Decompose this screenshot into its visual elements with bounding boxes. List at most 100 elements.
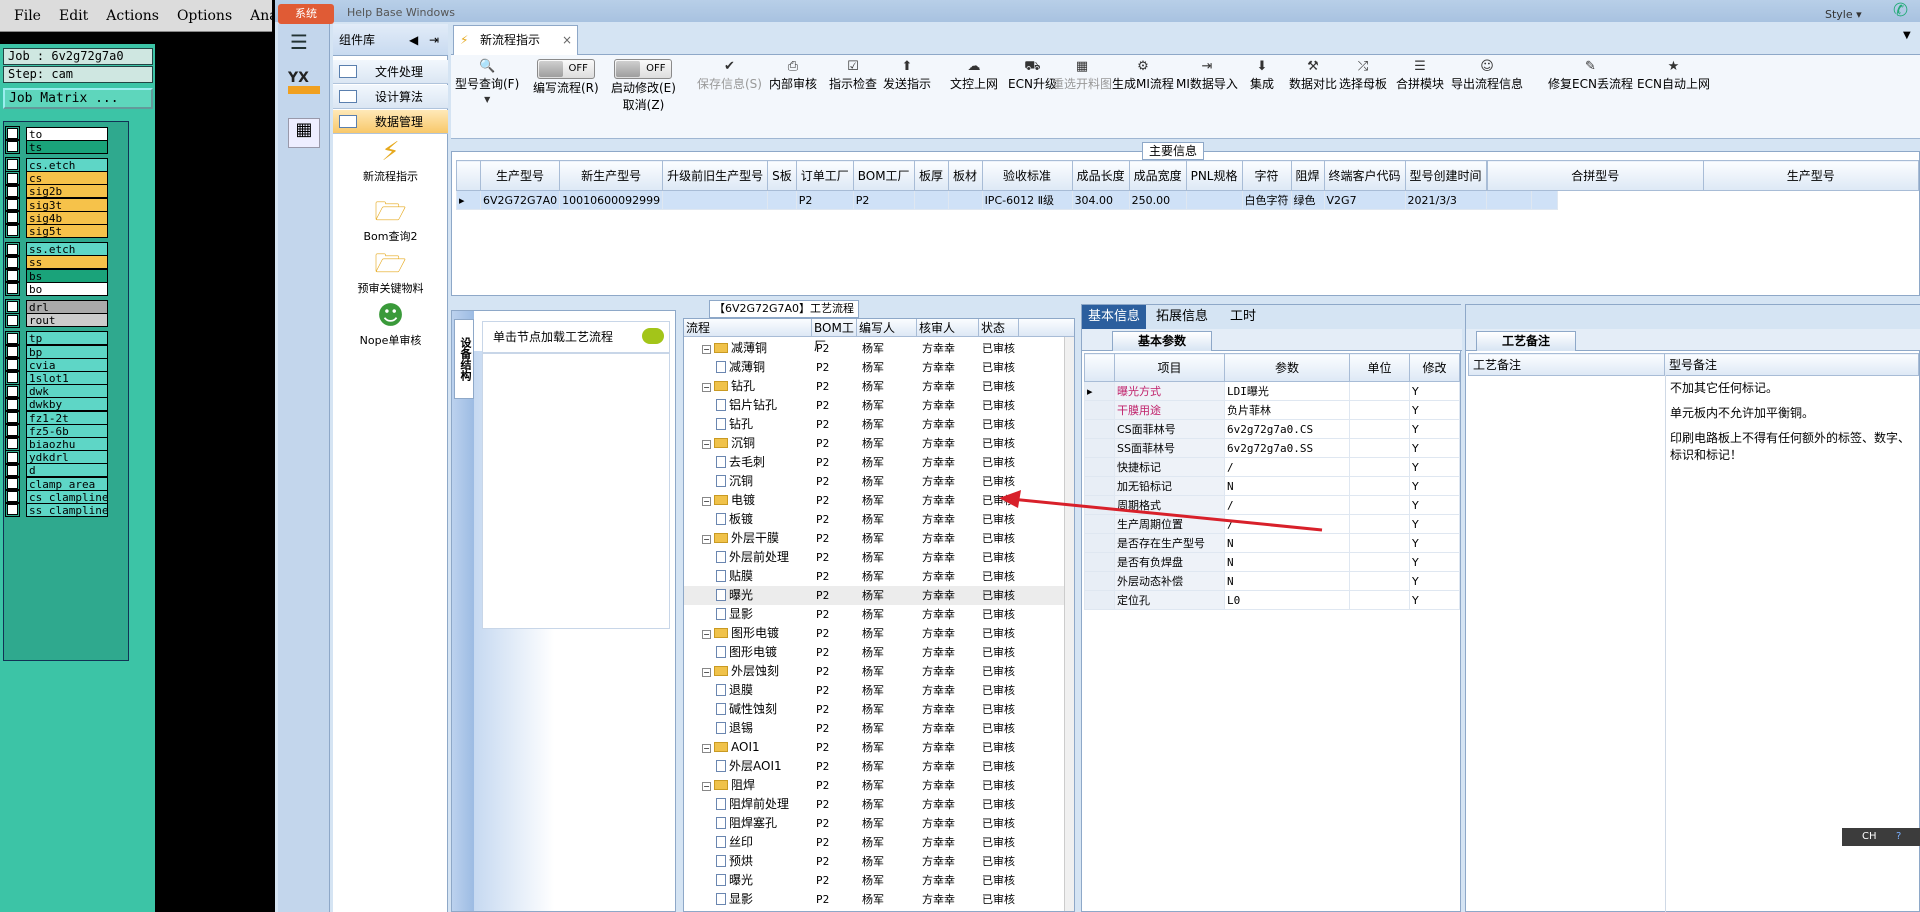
flow-node[interactable]: 显影 [716, 605, 753, 624]
basic-cell-mod[interactable]: Y [1409, 457, 1460, 477]
main-info-cell[interactable] [1485, 190, 1532, 210]
basic-cell-value[interactable]: LDI曝光 [1224, 381, 1350, 401]
basic-cell-unit[interactable] [1349, 438, 1410, 458]
flow-node[interactable]: 曝光 [716, 586, 753, 605]
basic-param-row[interactable]: 干膜用途 负片菲林 Y [1084, 400, 1460, 420]
basic-param-row[interactable]: 是否存在生产型号 N Y [1084, 533, 1460, 553]
flow-row[interactable]: 外层AOI1 P2 杨军 方幸幸 已审核 [684, 757, 1074, 776]
dock-icon[interactable]: ⇥ [429, 24, 439, 56]
main-info-cell[interactable]: 2021/3/3 [1404, 190, 1487, 210]
start-modify-toggle[interactable]: OFF [614, 59, 673, 79]
flow-node[interactable]: 贴膜 [716, 567, 753, 586]
flow-row[interactable]: 外层前处理 P2 杨军 方幸幸 已审核 [684, 548, 1074, 567]
main-info-col-header[interactable]: 生产型号 [479, 160, 561, 191]
collapse-icon[interactable]: − [702, 668, 711, 677]
main-info-cell[interactable] [947, 190, 983, 210]
toolbar-button[interactable]: ✔ 保存信息(S) [697, 59, 762, 92]
basic-cell-mod[interactable]: Y [1409, 419, 1460, 439]
layer-checkbox[interactable] [5, 489, 20, 505]
flow-node[interactable]: 图形电镀 [716, 643, 777, 662]
layer-checkbox[interactable] [5, 449, 20, 465]
main-info-col-header[interactable]: 成品长度 [1071, 160, 1130, 191]
close-icon[interactable]: × [562, 26, 572, 54]
basic-cell-item[interactable]: 周期格式 [1114, 495, 1225, 515]
equipment-structure-tab[interactable]: 设备结构 [454, 319, 474, 399]
basic-cell-mod[interactable]: Y [1409, 438, 1460, 458]
flow-row[interactable]: 显影 P2 杨军 方幸幸 已审核 [684, 605, 1074, 624]
flow-row[interactable]: − 图形电镀 P2 杨军 方幸幸 已审核 [684, 624, 1074, 643]
flow-node[interactable]: 铝片钻孔 [716, 396, 777, 415]
basic-param-row[interactable]: 快捷标记 / Y [1084, 457, 1460, 477]
basic-cell-value[interactable]: / [1224, 457, 1350, 477]
flow-node[interactable]: − 沉铜 [702, 434, 755, 453]
toolbar-button[interactable]: ☰ 合拼模块 [1396, 59, 1444, 92]
basic-cell-value[interactable]: N [1224, 533, 1350, 553]
toolbar-button[interactable]: ★ ECN自动上网 [1637, 59, 1710, 92]
job-matrix-button[interactable]: Job Matrix ... [3, 88, 153, 109]
layer-row[interactable]: ts [5, 139, 127, 155]
basic-cell-item[interactable]: 干膜用途 [1114, 400, 1225, 420]
collapse-icon[interactable]: − [702, 630, 711, 639]
flow-node[interactable]: − 外层蚀刻 [702, 662, 779, 681]
flow-row[interactable]: 退锡 P2 杨军 方幸幸 已审核 [684, 719, 1074, 738]
merge-col-header[interactable]: 生产型号 [1702, 160, 1919, 191]
flow-row[interactable]: 曝光 P2 杨军 方幸幸 已审核 [684, 871, 1074, 890]
flow-row[interactable]: 钻孔 P2 杨军 方幸幸 已审核 [684, 415, 1074, 434]
flow-row[interactable]: 贴膜 P2 杨军 方幸幸 已审核 [684, 567, 1074, 586]
flow-node[interactable]: − AOI1 [702, 738, 760, 757]
main-info-cell[interactable]: 250.00 [1128, 190, 1187, 210]
flow-node[interactable]: 沉铜 [716, 472, 753, 491]
basic-cell-value[interactable]: N [1224, 476, 1350, 496]
layer-row[interactable]: bo [5, 281, 127, 297]
toolbar-button[interactable]: ⛟ ECN升级 [1008, 59, 1057, 92]
main-info-col-header[interactable]: 字符 [1241, 160, 1292, 191]
flow-row[interactable]: 减薄铜 P2 杨军 方幸幸 已审核 [684, 358, 1074, 377]
layer-name[interactable]: rout [26, 313, 108, 328]
main-info-cell[interactable]: IPC-6012 Ⅱ级 [981, 190, 1073, 210]
flow-row[interactable]: 碱性蚀刻 P2 杨军 方幸幸 已审核 [684, 700, 1074, 719]
layer-checkbox[interactable] [5, 197, 20, 212]
flow-row[interactable]: − AOI1 P2 杨军 方幸幸 已审核 [684, 738, 1074, 757]
edit-flow-control[interactable]: OFF 编写流程(R) [533, 59, 599, 96]
main-info-cell[interactable] [913, 190, 949, 210]
basic-cell-mod[interactable]: Y [1409, 381, 1460, 401]
collapse-icon[interactable]: − [702, 383, 711, 392]
layer-checkbox[interactable] [5, 476, 20, 491]
toolbar-button[interactable]: ⚙ 生成MI流程 [1112, 59, 1174, 92]
cancel-label[interactable]: 取消(Z) [623, 98, 665, 112]
flow-row[interactable]: 预烘 P2 杨军 方幸幸 已审核 [684, 852, 1074, 871]
tab-extended-info[interactable]: 拓展信息 [1150, 305, 1214, 329]
toolbar-button[interactable]: ⎙ 内部审核 [769, 59, 817, 92]
new-flow-item[interactable]: ⚡ 新流程指示 [333, 136, 448, 184]
basic-param-row[interactable]: SS面菲林号 6v2g72g7a0.SS Y [1084, 438, 1460, 458]
basic-cell-unit[interactable] [1349, 571, 1410, 591]
basic-cell-unit[interactable] [1349, 400, 1410, 420]
menu-file[interactable]: File [14, 8, 41, 24]
basic-col-unit[interactable]: 单位 [1349, 353, 1410, 382]
layer-checkbox[interactable] [5, 436, 20, 452]
flow-node[interactable]: 板镀 [716, 510, 753, 529]
basic-cell-item[interactable]: 曝光方式 [1114, 381, 1225, 401]
basic-param-row[interactable]: 外层动态补偿 N Y [1084, 571, 1460, 591]
flow-row[interactable]: 板镀 P2 杨军 方幸幸 已审核 [684, 510, 1074, 529]
basic-col-value[interactable]: 参数 [1224, 353, 1350, 382]
layer-checkbox[interactable] [5, 344, 20, 359]
basic-cell-item[interactable]: SS面菲林号 [1114, 438, 1225, 458]
flow-node[interactable]: 减薄铜 [716, 358, 765, 377]
tab-design-algorithm[interactable]: 设计算法 [333, 85, 448, 109]
basic-param-row[interactable]: 周期格式 / Y [1084, 495, 1460, 515]
tab-data-management[interactable]: 数据管理 [333, 110, 448, 134]
system-button[interactable]: 系统 [278, 4, 334, 24]
toolbar-button[interactable]: ⇥ MI数据导入 [1176, 59, 1238, 92]
collapse-icon[interactable]: − [702, 440, 711, 449]
toolbar-button[interactable]: ✎ 修复ECN丢流程 [1548, 59, 1633, 92]
layer-checkbox[interactable] [5, 223, 20, 239]
flow-row[interactable]: 显影 P2 杨军 方幸幸 已审核 [684, 890, 1074, 909]
collapse-icon[interactable]: − [702, 535, 711, 544]
main-info-cell[interactable]: 304.00 [1071, 190, 1130, 210]
layer-name[interactable]: ss_clampline [26, 502, 108, 517]
flow-col-factory[interactable]: BOM工厂 [812, 319, 857, 353]
basic-cell-item[interactable]: 是否存在生产型号 [1114, 533, 1225, 553]
basic-cell-unit[interactable] [1349, 552, 1410, 572]
basic-param-row[interactable]: 定位孔 L0 Y [1084, 590, 1460, 610]
